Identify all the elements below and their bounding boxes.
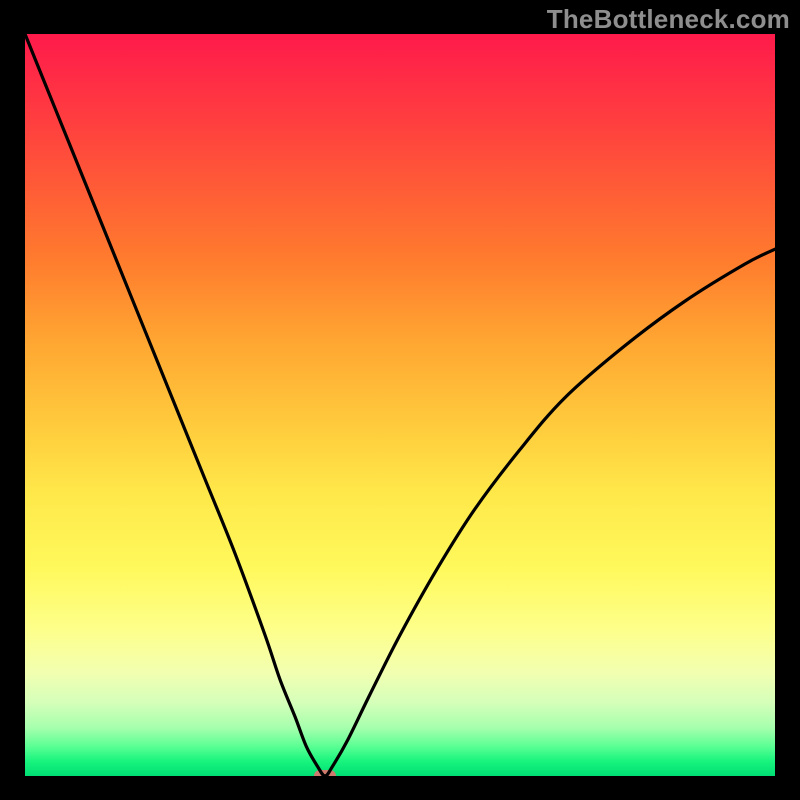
bottleneck-curve (25, 34, 775, 776)
chart-frame: TheBottleneck.com (0, 0, 800, 800)
curve-svg (25, 34, 775, 776)
watermark-label: TheBottleneck.com (547, 4, 790, 35)
